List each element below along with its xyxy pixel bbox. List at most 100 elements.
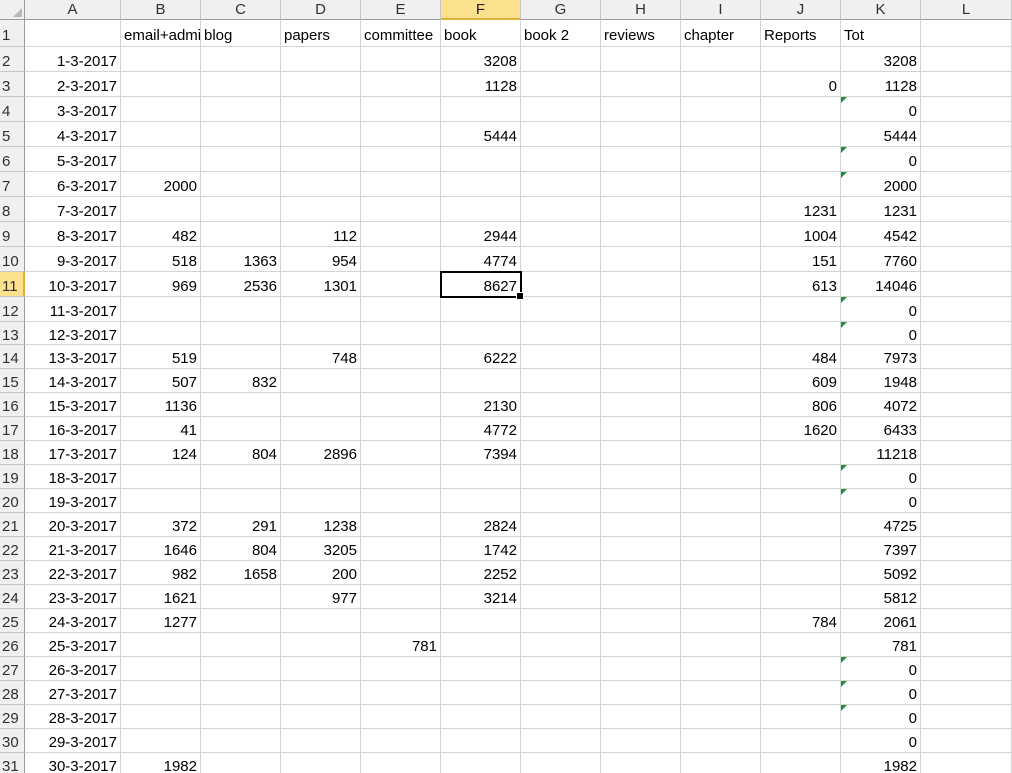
cell-i15[interactable]	[681, 369, 761, 393]
cell-i9[interactable]	[681, 222, 761, 247]
cell-f4[interactable]	[441, 97, 521, 122]
cell-k10[interactable]: 7760	[841, 247, 921, 272]
row-header-7[interactable]: 7	[0, 172, 25, 197]
cell-b12[interactable]	[121, 297, 201, 322]
cell-d6[interactable]	[281, 147, 361, 172]
cell-h27[interactable]	[601, 657, 681, 681]
cell-e5[interactable]	[361, 122, 441, 147]
cell-c13[interactable]	[201, 322, 281, 345]
cell-a24[interactable]: 23-3-2017	[25, 585, 121, 609]
cell-k12[interactable]: 0	[841, 297, 921, 322]
row-header-16[interactable]: 16	[0, 393, 25, 417]
cell-d2[interactable]	[281, 47, 361, 72]
cell-e3[interactable]	[361, 72, 441, 97]
cell-l26[interactable]	[921, 633, 1012, 657]
cell-l10[interactable]	[921, 247, 1012, 272]
cell-i21[interactable]	[681, 513, 761, 537]
cell-e27[interactable]	[361, 657, 441, 681]
cell-g12[interactable]	[521, 297, 601, 322]
cell-j8[interactable]: 1231	[761, 197, 841, 222]
cell-k3[interactable]: 1128	[841, 72, 921, 97]
cell-a26[interactable]: 25-3-2017	[25, 633, 121, 657]
cell-g26[interactable]	[521, 633, 601, 657]
cell-e6[interactable]	[361, 147, 441, 172]
cell-a4[interactable]: 3-3-2017	[25, 97, 121, 122]
cell-g11[interactable]	[521, 272, 601, 297]
error-indicator-icon[interactable]	[841, 657, 847, 663]
cell-j4[interactable]	[761, 97, 841, 122]
cell-f5[interactable]: 5444	[441, 122, 521, 147]
cell-d21[interactable]: 1238	[281, 513, 361, 537]
cell-h24[interactable]	[601, 585, 681, 609]
cell-e25[interactable]	[361, 609, 441, 633]
cell-c1[interactable]: blog	[201, 20, 281, 47]
cell-f27[interactable]	[441, 657, 521, 681]
cell-i3[interactable]	[681, 72, 761, 97]
cell-l12[interactable]	[921, 297, 1012, 322]
cell-j21[interactable]	[761, 513, 841, 537]
cell-j24[interactable]	[761, 585, 841, 609]
cell-f10[interactable]: 4774	[441, 247, 521, 272]
cell-b14[interactable]: 519	[121, 345, 201, 369]
cell-f11[interactable]: 8627	[441, 272, 521, 297]
cell-h9[interactable]	[601, 222, 681, 247]
cell-i4[interactable]	[681, 97, 761, 122]
cell-b15[interactable]: 507	[121, 369, 201, 393]
cell-b5[interactable]	[121, 122, 201, 147]
cell-h29[interactable]	[601, 705, 681, 729]
cell-d22[interactable]: 3205	[281, 537, 361, 561]
row-header-20[interactable]: 20	[0, 489, 25, 513]
cell-f16[interactable]: 2130	[441, 393, 521, 417]
cell-g23[interactable]	[521, 561, 601, 585]
cell-k28[interactable]: 0	[841, 681, 921, 705]
column-header-b[interactable]: B	[121, 0, 201, 20]
cell-c3[interactable]	[201, 72, 281, 97]
cell-d17[interactable]	[281, 417, 361, 441]
cell-f30[interactable]	[441, 729, 521, 753]
cell-d1[interactable]: papers	[281, 20, 361, 47]
cell-c25[interactable]	[201, 609, 281, 633]
cell-i1[interactable]: chapter	[681, 20, 761, 47]
cell-d14[interactable]: 748	[281, 345, 361, 369]
cell-g9[interactable]	[521, 222, 601, 247]
cell-f6[interactable]	[441, 147, 521, 172]
cell-i5[interactable]	[681, 122, 761, 147]
cell-g6[interactable]	[521, 147, 601, 172]
cell-i27[interactable]	[681, 657, 761, 681]
cell-l31[interactable]	[921, 753, 1012, 773]
cell-j23[interactable]	[761, 561, 841, 585]
cell-e30[interactable]	[361, 729, 441, 753]
cell-j16[interactable]: 806	[761, 393, 841, 417]
row-header-19[interactable]: 19	[0, 465, 25, 489]
cell-d26[interactable]	[281, 633, 361, 657]
cell-j18[interactable]	[761, 441, 841, 465]
cell-l18[interactable]	[921, 441, 1012, 465]
cell-g22[interactable]	[521, 537, 601, 561]
cell-g24[interactable]	[521, 585, 601, 609]
cell-h16[interactable]	[601, 393, 681, 417]
error-indicator-icon[interactable]	[841, 297, 847, 303]
cell-b3[interactable]	[121, 72, 201, 97]
row-header-9[interactable]: 9	[0, 222, 25, 247]
cell-f28[interactable]	[441, 681, 521, 705]
cell-g13[interactable]	[521, 322, 601, 345]
cell-e12[interactable]	[361, 297, 441, 322]
cell-e14[interactable]	[361, 345, 441, 369]
cell-h11[interactable]	[601, 272, 681, 297]
cell-b22[interactable]: 1646	[121, 537, 201, 561]
cell-a15[interactable]: 14-3-2017	[25, 369, 121, 393]
cell-a19[interactable]: 18-3-2017	[25, 465, 121, 489]
cell-b6[interactable]	[121, 147, 201, 172]
cell-b9[interactable]: 482	[121, 222, 201, 247]
cell-j27[interactable]	[761, 657, 841, 681]
cell-i2[interactable]	[681, 47, 761, 72]
cell-c22[interactable]: 804	[201, 537, 281, 561]
column-header-e[interactable]: E	[361, 0, 441, 20]
cell-g4[interactable]	[521, 97, 601, 122]
cell-f29[interactable]	[441, 705, 521, 729]
cell-h6[interactable]	[601, 147, 681, 172]
cell-a13[interactable]: 12-3-2017	[25, 322, 121, 345]
error-indicator-icon[interactable]	[841, 322, 847, 328]
cell-g19[interactable]	[521, 465, 601, 489]
cell-e2[interactable]	[361, 47, 441, 72]
